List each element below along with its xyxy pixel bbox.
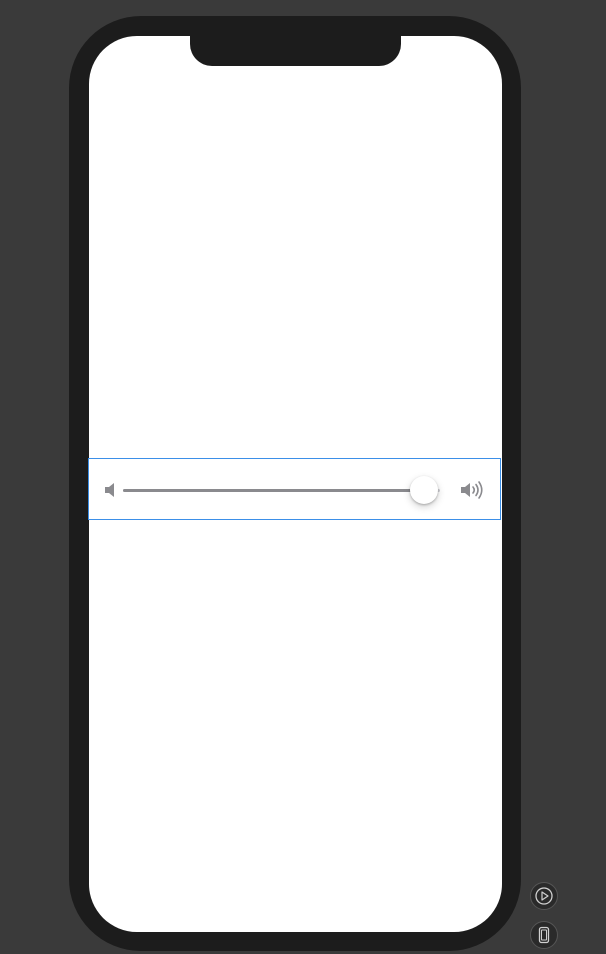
play-circle-icon xyxy=(535,887,553,905)
volume-slider-thumb[interactable] xyxy=(410,476,439,504)
speaker-high-icon xyxy=(461,481,483,499)
device-settings-button[interactable] xyxy=(530,921,558,949)
volume-slider-fill xyxy=(123,489,425,492)
volume-slider-row xyxy=(88,458,501,520)
device-notch xyxy=(190,30,401,66)
volume-slider-track[interactable] xyxy=(123,476,440,504)
device-icon xyxy=(538,926,550,944)
live-preview-button[interactable] xyxy=(530,882,558,910)
speaker-low-icon xyxy=(105,483,114,497)
